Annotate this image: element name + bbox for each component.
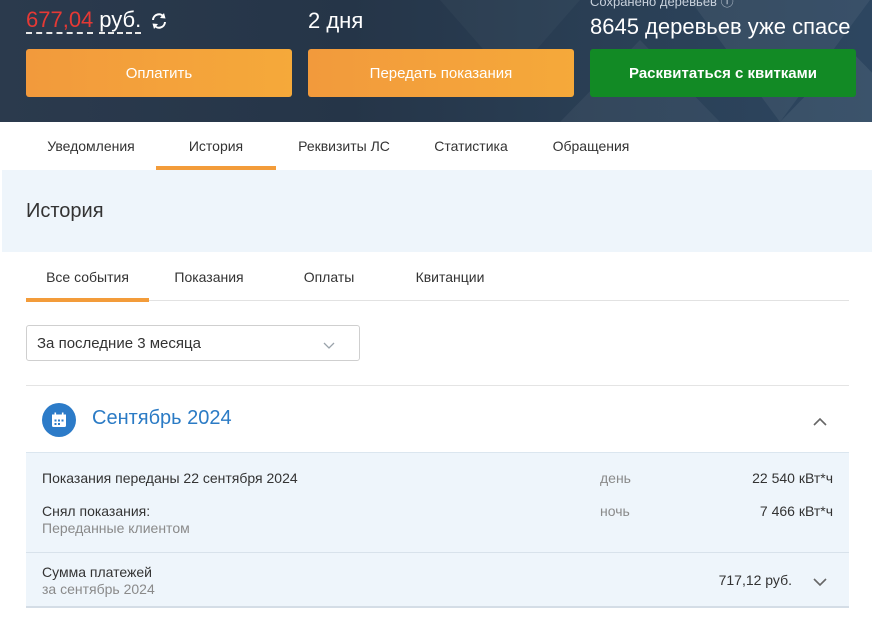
tab-history[interactable]: История <box>156 122 276 170</box>
tab-requests[interactable]: Обращения <box>540 122 642 170</box>
days-counter: 2 дня <box>308 8 364 33</box>
taken-by-value: Переданные клиентом <box>42 520 190 536</box>
month-title: Сентябрь 2024 <box>92 407 232 429</box>
page-title: История <box>26 200 104 222</box>
period-select-value: За последние 3 месяца <box>37 334 201 352</box>
payments-item[interactable]: Сумма платежей за сентябрь 2024 717,12 р… <box>26 552 849 608</box>
month-header[interactable]: Сентябрь 2024 <box>26 386 849 452</box>
balance-currency: руб. <box>99 7 142 34</box>
chevron-up-icon[interactable] <box>813 414 827 426</box>
calendar-icon <box>42 403 76 437</box>
balance: 677,04 руб. <box>26 8 169 34</box>
tab-receipts[interactable]: Квитанции <box>398 254 502 300</box>
tab-requisites[interactable]: Реквизиты ЛС <box>282 122 406 170</box>
balance-amount[interactable]: 677,04 <box>26 8 94 34</box>
tab-readings[interactable]: Показания <box>156 254 262 300</box>
chevron-down-icon <box>323 337 335 349</box>
taken-by-label: Снял показания: <box>42 503 151 519</box>
payments-title: Сумма платежей <box>42 564 152 580</box>
pay-button[interactable]: Оплатить <box>26 49 292 97</box>
tab-all-events[interactable]: Все события <box>26 254 149 302</box>
tab-payments[interactable]: Оплаты <box>284 254 374 300</box>
tariff-day-value: 22 540 кВт*ч <box>752 470 833 486</box>
readings-item: Показания переданы 22 сентября 2024 Снял… <box>26 452 849 552</box>
account-banner: Сохранено деревьев ⓘ 677,04 руб. 2 дня 8… <box>0 0 872 122</box>
chevron-down-icon[interactable] <box>813 574 827 587</box>
period-select[interactable]: За последние 3 месяца <box>26 325 360 361</box>
tab-statistics[interactable]: Статистика <box>420 122 522 170</box>
history-sub-tabs: Все события Показания Оплаты Квитанции <box>26 254 849 302</box>
paperless-button[interactable]: Расквитаться с квитками <box>590 49 856 97</box>
send-readings-button[interactable]: Передать показания <box>308 49 574 97</box>
tab-notifications[interactable]: Уведомления <box>32 122 150 170</box>
refresh-icon[interactable] <box>149 11 169 31</box>
payments-amount: 717,12 руб. <box>718 572 792 588</box>
trees-counter: 8645 деревьев уже спасе <box>590 14 851 39</box>
tariff-night-value: 7 466 кВт*ч <box>759 503 833 519</box>
history-header <box>2 170 872 252</box>
tariff-day-label: день <box>600 470 631 486</box>
payments-subtitle: за сентябрь 2024 <box>42 581 155 597</box>
main-tabs: Уведомления История Реквизиты ЛС Статист… <box>0 122 872 170</box>
trees-label: Сохранено деревьев ⓘ <box>590 0 734 9</box>
tariff-night-label: ночь <box>600 503 630 519</box>
readings-title: Показания переданы 22 сентября 2024 <box>42 470 298 486</box>
